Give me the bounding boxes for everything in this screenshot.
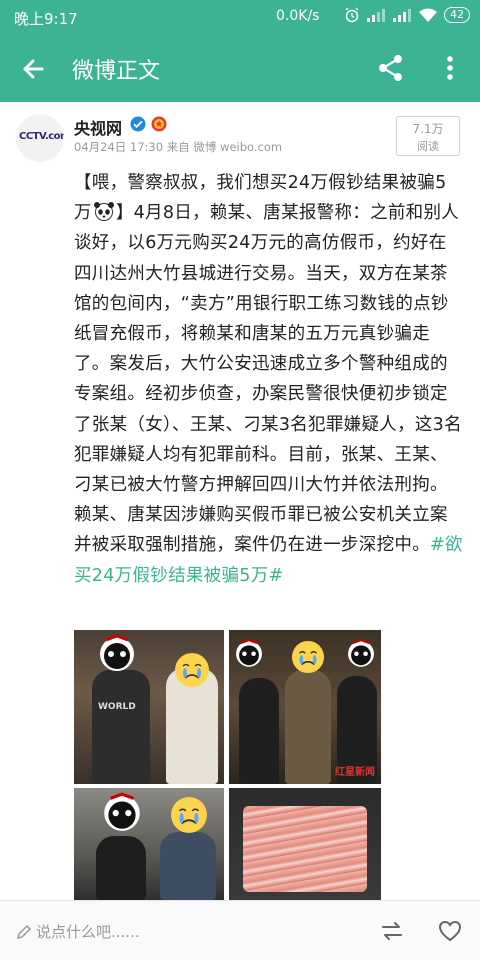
comment-placeholder: 说点什么吧...... [36,923,140,941]
alarm-icon [345,7,359,23]
crying-emoji-icon [175,653,209,687]
share-icon[interactable] [376,53,406,83]
panda-mask-icon [100,634,134,671]
photo-person [92,670,150,784]
suspect-arrest-photo-3[interactable] [74,788,224,900]
repost-icon[interactable] [379,918,405,944]
battery-icon: 42 [444,7,470,23]
photo-person [160,832,216,900]
like-heart-icon[interactable] [437,918,463,944]
views-label: 阅读 [417,140,439,153]
more-vertical-icon[interactable] [438,53,462,83]
panda-mask-icon [236,638,262,667]
post-source: 微博 weibo.com [193,140,283,154]
verified-icon [130,116,146,132]
photo-watermark: 红星新闻 [335,767,375,778]
views-badge: 7.1万 阅读 [396,116,460,156]
suspect-arrest-photo-2[interactable]: 红星新闻 [229,630,381,784]
edit-icon [16,924,32,939]
status-time: 晚上9:17 [14,10,78,28]
shirt-print: WORLD [98,702,136,712]
page-title: 微博正文 [72,59,161,84]
wifi-icon [419,8,437,22]
panda-emoji-icon [93,202,114,222]
post-text-part-2: 】4月8日，赖某、唐某报警称：之前和别人谈好，以6万元购买24万元的高仿假币，约… [74,203,462,556]
signal-icon [367,9,385,22]
post-text: 【喂，警察叔叔，我们想买24万假钞结果被骗5万 】4月8日，赖某、唐某报警称：之前… [74,168,464,591]
photo-person [96,836,146,900]
photo-person [239,678,279,784]
source-prefix: 来自 [166,140,190,154]
post-header: CCTV.com 央视网 04月24日 17:30 来自 微博 weibo.co… [0,102,480,164]
bottom-action-bar: 说点什么吧...... [0,900,480,960]
network-speed: 0.0K/s [276,8,320,24]
post-meta: 04月24日 17:30 来自 微博 weibo.com [74,139,282,155]
panda-mask-icon [104,792,140,831]
money-stack [243,806,367,892]
crying-emoji-icon [291,640,325,674]
comment-input[interactable]: 说点什么吧...... [16,921,140,942]
back-arrow-icon[interactable] [18,54,48,84]
battery-level: 42 [450,8,464,21]
author-name[interactable]: 央视网 [74,115,122,139]
status-icons: 42 [344,7,470,23]
suspect-arrest-photo-1[interactable]: WORLD [74,630,224,784]
views-count: 7.1万 [412,122,444,136]
crying-emoji-icon [171,797,207,833]
post-date: 04月24日 17:30 [74,140,164,154]
avatar[interactable]: CCTV.com [16,114,64,162]
status-bar: 晚上9:17 0.0K/s 42 [0,0,480,34]
avatar-logo-text: CCTV.com [19,131,64,142]
app-bar: 微博正文 [0,34,480,102]
medal-icon [151,116,167,132]
signal-icon [393,9,411,22]
photo-person [285,670,331,784]
panda-mask-icon [348,638,374,667]
counterfeit-money-suitcase-photo[interactable] [229,788,381,900]
